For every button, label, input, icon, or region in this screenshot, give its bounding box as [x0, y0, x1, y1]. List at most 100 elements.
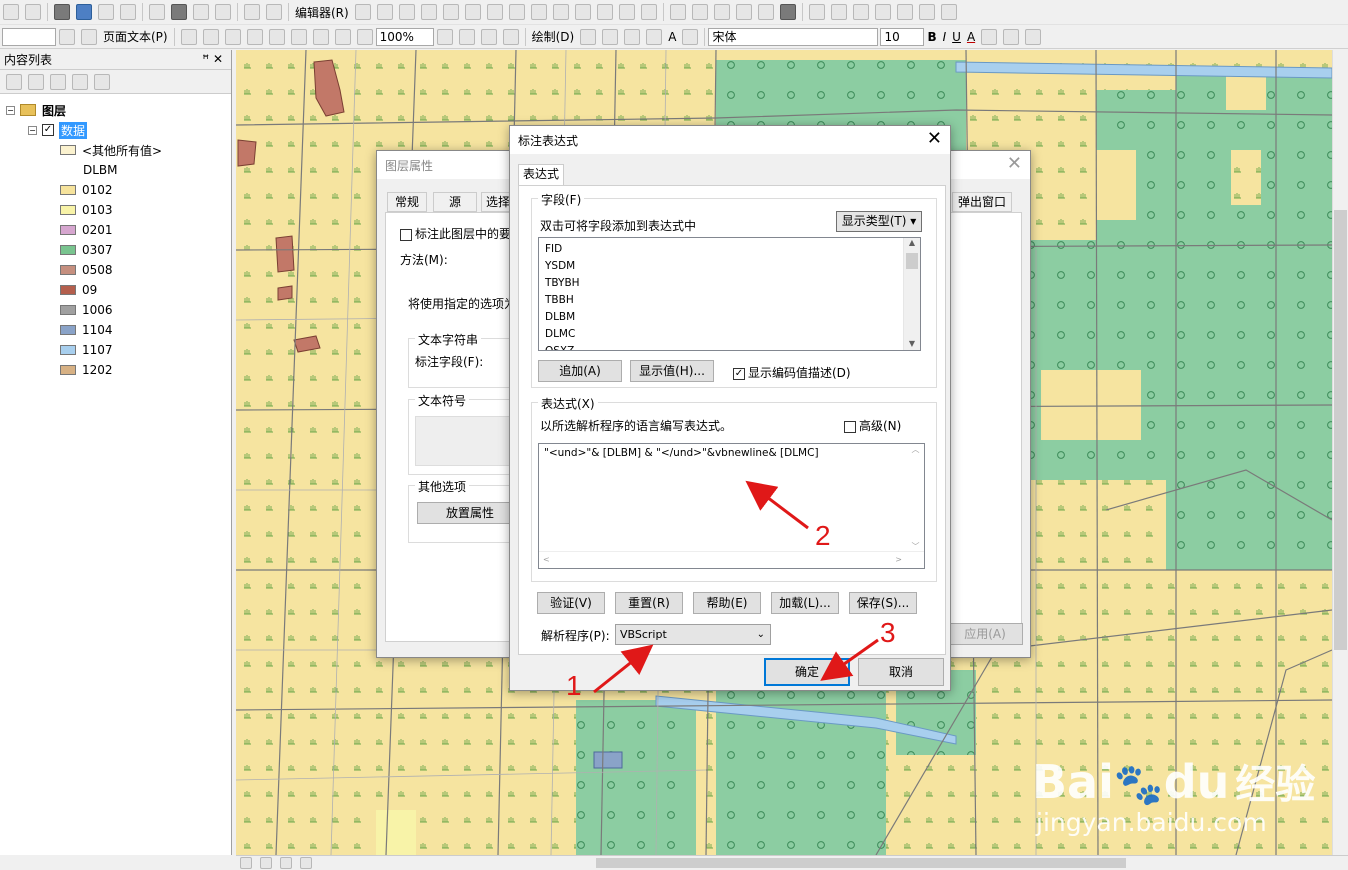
checkbox[interactable]: ✓	[733, 367, 745, 380]
topology-edit-icon[interactable]	[691, 4, 708, 20]
rotate-icon[interactable]	[574, 4, 591, 20]
fixed-zoom-out-icon[interactable]	[312, 28, 329, 45]
legend-item[interactable]: 0103	[60, 201, 113, 219]
map-topology-icon[interactable]	[713, 4, 730, 20]
scroll-thumb[interactable]	[596, 858, 1126, 868]
back-extent-icon[interactable]	[334, 28, 351, 45]
refresh-icon[interactable]	[280, 856, 292, 869]
focus-frame-icon[interactable]	[458, 28, 475, 45]
font-color-button[interactable]: A	[964, 30, 978, 44]
find-icon[interactable]	[171, 4, 187, 20]
fields-list[interactable]: FID YSDM TBYBH TBBH DLBM DLMC QSXZ ▲ ▼	[538, 237, 921, 351]
fixed-zoom-in-icon[interactable]	[290, 28, 307, 45]
list-by-drawing-order-icon[interactable]	[6, 73, 22, 90]
identify-icon[interactable]	[76, 4, 92, 20]
ungroup-icon[interactable]	[918, 4, 935, 20]
apply-button[interactable]: 应用(A)	[947, 623, 1023, 645]
attributes-icon[interactable]	[596, 4, 613, 20]
append-button[interactable]: 追加(A)	[538, 360, 622, 382]
layout-pan-icon[interactable]	[224, 28, 241, 45]
list-by-visibility-icon[interactable]	[50, 73, 66, 90]
legend-item[interactable]: 1104	[60, 321, 113, 339]
layers-node[interactable]: − 图层	[6, 101, 66, 119]
field-list-item[interactable]: QSXZ	[539, 343, 920, 350]
rectangle-icon[interactable]	[646, 28, 663, 45]
zoom-whole-page-icon[interactable]	[246, 28, 263, 45]
next-extent-icon[interactable]	[81, 28, 97, 45]
scroll-thumb[interactable]	[1334, 210, 1347, 650]
pointer-icon[interactable]	[54, 4, 70, 20]
placement-properties-button[interactable]: 放置属性	[417, 502, 523, 524]
trace-icon[interactable]	[442, 4, 459, 20]
time-slider-icon[interactable]	[244, 4, 260, 20]
fix-topology-icon[interactable]	[757, 4, 774, 20]
legend-item[interactable]: 1107	[60, 341, 113, 359]
map-horizontal-scrollbar[interactable]	[236, 855, 1348, 870]
edit-tool-icon[interactable]	[354, 4, 371, 20]
italic-button[interactable]: I	[940, 30, 950, 44]
point-icon[interactable]	[464, 4, 481, 20]
tab-general[interactable]: 常规	[387, 192, 427, 212]
list-by-source-icon[interactable]	[28, 73, 44, 90]
create-features-icon[interactable]	[640, 4, 657, 20]
help-button[interactable]: 帮助(E)	[693, 592, 761, 614]
font-name-dropdown[interactable]: 宋体	[708, 27, 879, 46]
field-list-item[interactable]: DLBM	[539, 309, 920, 326]
close-icon[interactable]: ✕	[1007, 154, 1022, 174]
toc-options-icon[interactable]	[94, 73, 110, 90]
show-types-button[interactable]: 显示类型(T) ▾	[836, 211, 922, 232]
checkbox[interactable]	[400, 228, 412, 241]
marker-color-icon[interactable]	[1025, 28, 1042, 45]
previous-extent-icon[interactable]	[59, 28, 75, 45]
underline-button[interactable]: U	[949, 30, 964, 44]
toggle-draft-icon[interactable]	[436, 28, 453, 45]
parser-dropdown[interactable]: VBScript ⌄	[615, 624, 771, 645]
cancel-button[interactable]: 取消	[858, 658, 944, 686]
legend-item[interactable]: 0508	[60, 261, 113, 279]
show-shared-icon[interactable]	[735, 4, 752, 20]
goto-xy-icon[interactable]	[215, 4, 231, 20]
topology-icon[interactable]	[669, 4, 686, 20]
tab-expression[interactable]: 表达式	[518, 164, 564, 186]
data-view-icon[interactable]	[240, 856, 252, 869]
find-route-icon[interactable]	[193, 4, 209, 20]
field-list-item[interactable]: YSDM	[539, 258, 920, 275]
scale-dropdown[interactable]	[2, 27, 56, 46]
expression-hscroll[interactable]: < >	[539, 551, 924, 568]
hyperlink-icon[interactable]	[98, 4, 114, 20]
data-layer-node[interactable]: − ✓ 数据	[28, 121, 88, 139]
bold-button[interactable]: B	[924, 30, 939, 44]
layout-text-dropdown[interactable]: 页面文本(P)	[100, 28, 171, 45]
error-inspector-icon[interactable]	[779, 4, 796, 20]
edit-vertices-draw-icon[interactable]	[682, 28, 699, 45]
forward-extent-icon[interactable]	[356, 28, 373, 45]
data-driven-pages-icon[interactable]	[502, 28, 519, 45]
align-icon[interactable]	[852, 4, 869, 20]
new-text-button[interactable]: A	[665, 30, 679, 44]
layout-zoom-out-icon[interactable]	[202, 28, 219, 45]
data-layer-label[interactable]: 数据	[59, 121, 88, 139]
georef-icon[interactable]	[808, 4, 825, 20]
legend-item[interactable]: 0307	[60, 241, 113, 259]
show-values-button[interactable]: 显示值(H)...	[630, 360, 714, 382]
map-vertical-scrollbar[interactable]	[1332, 50, 1348, 855]
ok-button[interactable]: 确定	[764, 658, 850, 686]
fields-scrollbar[interactable]: ▲ ▼	[903, 238, 920, 350]
legend-item[interactable]: 1006	[60, 301, 113, 319]
distribute-icon[interactable]	[874, 4, 891, 20]
edit-annotation-icon[interactable]	[376, 4, 393, 20]
draw-menu[interactable]: 绘制(D)	[529, 28, 578, 45]
zoom-100-icon[interactable]	[268, 28, 285, 45]
change-layout-icon[interactable]	[480, 28, 497, 45]
zoom-percent-dropdown[interactable]: 100%	[375, 27, 434, 46]
layout-view-icon[interactable]	[260, 856, 272, 869]
select-tool-icon[interactable]	[3, 4, 19, 20]
expression-vscroll[interactable]: ︿ ﹀	[907, 444, 924, 552]
zoom-selected-icon[interactable]	[624, 28, 641, 45]
group-icon[interactable]	[896, 4, 913, 20]
html-popup-icon[interactable]	[120, 4, 136, 20]
save-button[interactable]: 保存(S)...	[849, 592, 917, 614]
legend-item[interactable]: 09	[60, 281, 97, 299]
toc-pin-close[interactable]: ꟸ ✕	[202, 52, 223, 66]
tab-popup[interactable]: 弹出窗口	[952, 192, 1012, 212]
